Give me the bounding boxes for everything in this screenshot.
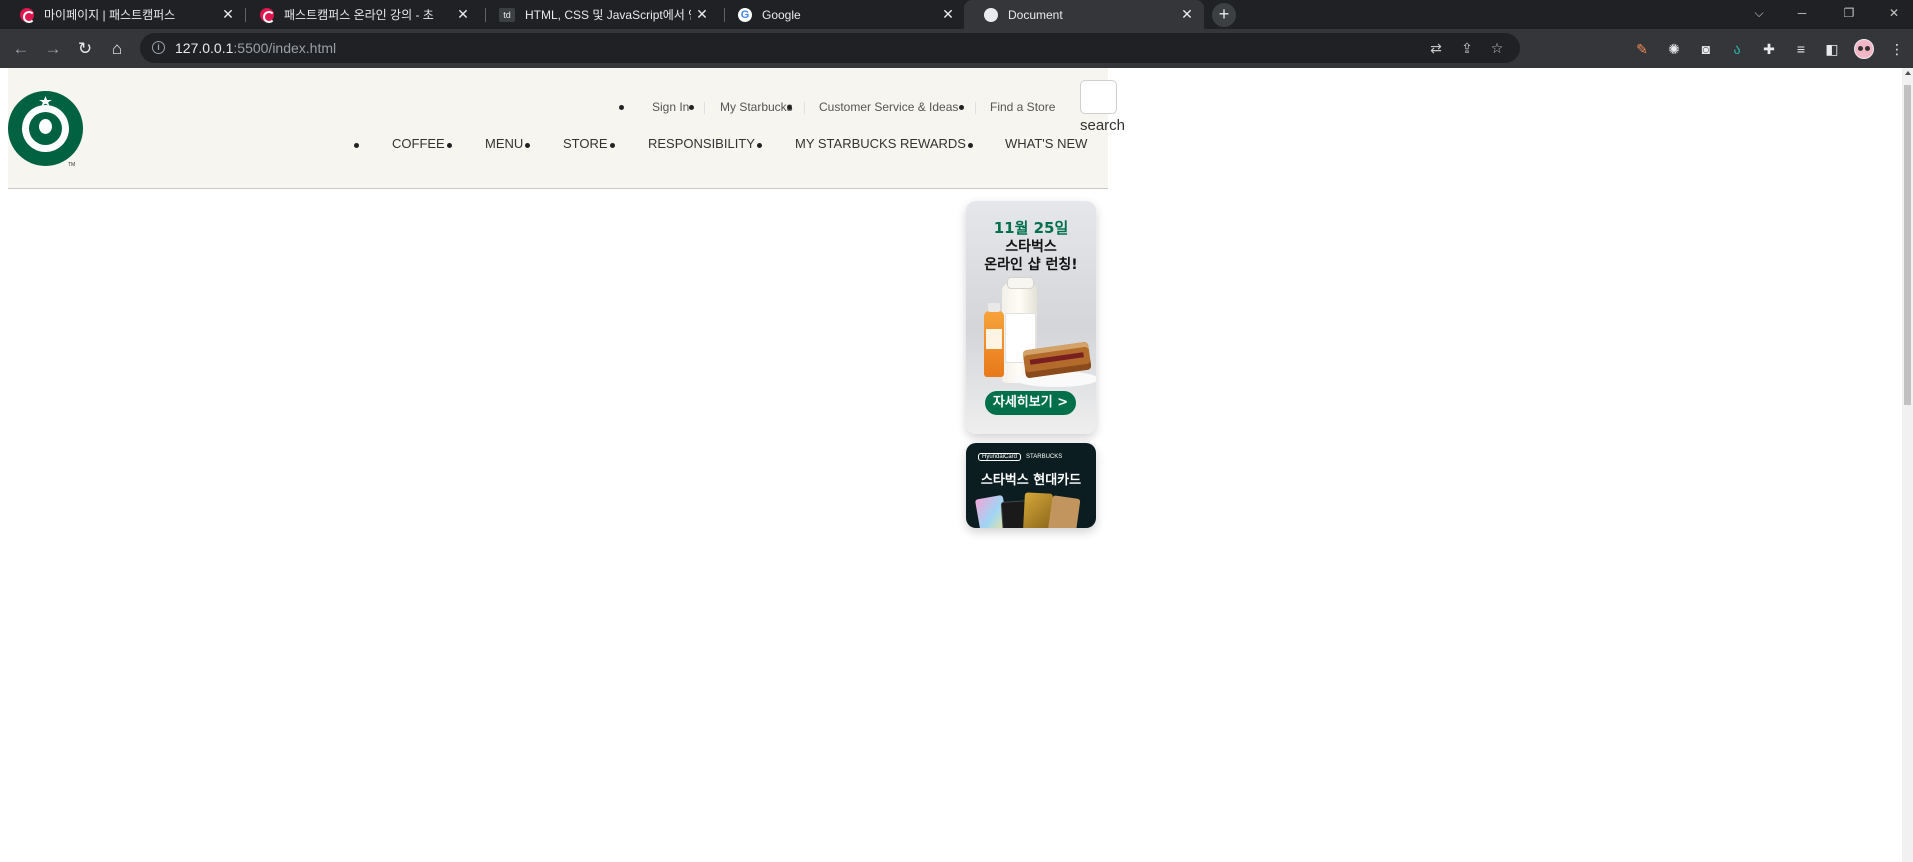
search-input[interactable] xyxy=(1080,80,1117,114)
main-menu-whats-new[interactable]: WHAT'S NEW xyxy=(1005,136,1087,151)
forward-button[interactable]: → xyxy=(41,37,65,61)
td-favicon-icon: td xyxy=(499,7,515,22)
media-control-icon[interactable]: ≡ xyxy=(1792,40,1810,58)
main-menu-coffee[interactable]: COFFEE xyxy=(392,136,445,151)
google-icon: G xyxy=(738,7,752,22)
hyundai-card-logo: HyundaiCard xyxy=(978,453,1022,461)
badge-hyundai-card[interactable]: HyundaiCard STARBUCKS 스타벅스 현대카드 xyxy=(966,443,1096,528)
site-header: TM Sign In My Starbucks Customer Service… xyxy=(8,68,1125,189)
tab-mypage[interactable]: 마이페이지 | 패스트캠퍼스 ✕ xyxy=(0,0,245,29)
menu-divider xyxy=(975,102,976,114)
profile-avatar[interactable] xyxy=(1854,39,1874,59)
fastcampus-icon xyxy=(20,7,35,23)
main-menu-responsibility[interactable]: RESPONSIBILITY xyxy=(648,136,755,151)
url-host: 127.0.0.1 xyxy=(175,40,234,56)
address-bar[interactable]: i 127.0.0.1:5500/index.html ⇄ ⇪ ☆ xyxy=(140,33,1520,63)
tab-title: 패스트캠퍼스 온라인 강의 - 초 xyxy=(284,8,434,22)
list-bullet xyxy=(354,143,359,148)
details-button[interactable]: 자세히보기 > xyxy=(985,391,1076,415)
sub-menu-sign-in[interactable]: Sign In xyxy=(652,100,689,114)
menu-divider xyxy=(704,102,705,114)
logo-trademark: TM xyxy=(68,162,76,168)
main-menu-rewards[interactable]: MY STARBUCKS REWARDS xyxy=(795,136,966,151)
tab-title: HTML, CSS 및 JavaScript에서 인 xyxy=(525,8,691,22)
close-icon[interactable]: ✕ xyxy=(1176,6,1198,23)
scroll-up-icon[interactable] xyxy=(1905,71,1911,75)
siren-face-icon xyxy=(39,119,52,134)
scrollbar-thumb[interactable] xyxy=(1904,85,1911,405)
search-label: search xyxy=(1080,117,1126,134)
tab-title: 마이페이지 | 패스트캠퍼스 xyxy=(44,8,176,22)
main-menu-menu[interactable]: MENU xyxy=(485,136,523,151)
close-icon[interactable]: ✕ xyxy=(217,6,239,23)
siren-crown-icon xyxy=(39,96,52,106)
main-menu-store[interactable]: STORE xyxy=(563,136,608,151)
back-button[interactable]: ← xyxy=(9,37,33,61)
badge-title-line: 온라인 샵 런칭! xyxy=(984,257,1078,273)
fastcampus-icon xyxy=(260,7,275,23)
badge-date: 11월 25일 xyxy=(993,219,1069,237)
close-icon[interactable]: ✕ xyxy=(452,6,474,23)
tab-search-icon[interactable]: ⌵ xyxy=(1740,0,1778,29)
minimize-button[interactable]: ─ xyxy=(1783,0,1821,29)
extension-camera-icon[interactable]: ◙ xyxy=(1697,40,1715,58)
badge-title: 스타벅스 온라인 샵 런칭! xyxy=(966,238,1096,274)
page-viewport: TM Sign In My Starbucks Customer Service… xyxy=(0,68,1913,862)
browser-toolbar: ← → ↻ ⌂ i 127.0.0.1:5500/index.html ⇄ ⇪ … xyxy=(0,29,1913,68)
new-tab-button[interactable]: + xyxy=(1212,3,1236,27)
list-bullet xyxy=(757,143,762,148)
menu-kebab-icon[interactable]: ⋮ xyxy=(1888,40,1906,58)
side-panel-icon[interactable]: ◧ xyxy=(1823,40,1841,58)
reload-button[interactable]: ↻ xyxy=(73,37,97,61)
vertical-scrollbar[interactable] xyxy=(1902,68,1913,862)
badge-title: 스타벅스 현대카드 xyxy=(980,473,1082,488)
juice-bottle-image xyxy=(984,303,1004,377)
starbucks-wordmark: STARBUCKS xyxy=(1026,454,1063,460)
badge-brands: HyundaiCard STARBUCKS xyxy=(978,453,1063,463)
list-bullet xyxy=(968,143,973,148)
bookmark-star-icon[interactable]: ☆ xyxy=(1489,40,1505,56)
tab-fastcampus-online[interactable]: 패스트캠퍼스 온라인 강의 - 초 ✕ xyxy=(240,0,480,29)
translate-icon[interactable]: ⇄ xyxy=(1428,40,1444,56)
home-button[interactable]: ⌂ xyxy=(105,37,129,61)
extensions-puzzle-icon[interactable]: ✚ xyxy=(1760,40,1778,58)
sub-menu-customer-service[interactable]: Customer Service & Ideas xyxy=(819,100,958,114)
globe-icon xyxy=(984,7,998,22)
list-bullet xyxy=(447,143,452,148)
list-bullet xyxy=(959,105,964,110)
list-bullet xyxy=(610,143,615,148)
starbucks-logo[interactable] xyxy=(8,91,83,166)
site-info-icon[interactable]: i xyxy=(152,41,165,54)
tab-title: Document xyxy=(1008,7,1063,22)
badge-online-shop[interactable]: 11월 25일 스타벅스 온라인 샵 런칭! 자세히보기 > xyxy=(966,201,1096,434)
share-icon[interactable]: ⇪ xyxy=(1459,40,1475,56)
tab-strip: 마이페이지 | 패스트캠퍼스 ✕ 패스트캠퍼스 온라인 강의 - 초 ✕ td … xyxy=(0,0,1913,29)
sub-menu-find-a-store[interactable]: Find a Store xyxy=(990,100,1055,114)
tab-title: Google xyxy=(762,7,801,22)
list-bullet xyxy=(689,105,694,110)
extension-gear-icon[interactable]: ✺ xyxy=(1665,40,1683,58)
menu-divider xyxy=(804,102,805,114)
url-path: :5500/index.html xyxy=(233,40,337,56)
tab-google[interactable]: G Google ✕ xyxy=(718,0,965,29)
list-bullet xyxy=(619,105,624,110)
address-url[interactable]: 127.0.0.1:5500/index.html xyxy=(175,40,336,56)
close-icon[interactable]: ✕ xyxy=(937,6,959,23)
close-window-button[interactable]: ✕ xyxy=(1875,0,1913,29)
extension-translate-icon[interactable]: ა xyxy=(1728,40,1746,58)
restore-button[interactable]: ❐ xyxy=(1830,0,1868,29)
badge-title-line: 스타벅스 xyxy=(1005,239,1057,255)
card-image xyxy=(1047,495,1081,528)
extension-pencil-icon[interactable]: ✎ xyxy=(1633,40,1651,58)
list-bullet xyxy=(787,105,792,110)
close-icon[interactable]: ✕ xyxy=(691,6,713,23)
tab-html-css-js[interactable]: td HTML, CSS 및 JavaScript에서 인 ✕ xyxy=(479,0,719,29)
tab-document[interactable]: Document ✕ xyxy=(964,0,1204,29)
list-bullet xyxy=(525,143,530,148)
sub-menu-my-starbucks[interactable]: My Starbucks xyxy=(720,100,793,114)
